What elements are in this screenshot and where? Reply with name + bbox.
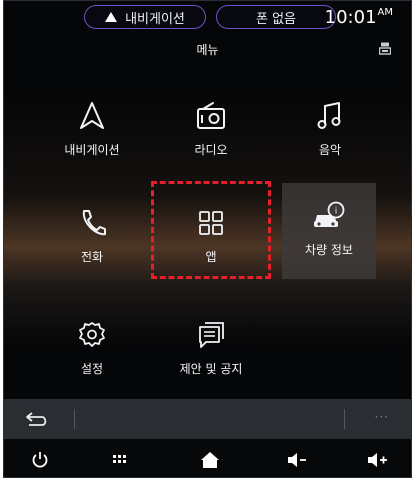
- menu-item-label: 내비게이션: [64, 143, 120, 157]
- clock-time: 10:01: [324, 7, 377, 28]
- suggestions-icon: [199, 322, 224, 348]
- menu-item-label: 제안 및 공지: [179, 362, 243, 376]
- menu-item-radio[interactable]: 라디오: [149, 89, 273, 189]
- music-note-icon: [317, 102, 341, 129]
- phone-icon: [82, 210, 106, 236]
- navigation-arrow-icon: [80, 102, 104, 129]
- vehicle-info-icon: i: [314, 201, 345, 227]
- menu-item-label: 음악: [318, 143, 342, 157]
- status-bar: 내비게이션 폰 없음 10:01AM: [4, 1, 411, 35]
- separator: [74, 409, 75, 429]
- profile-icon[interactable]: [379, 42, 391, 56]
- radio-icon: [197, 102, 225, 129]
- menu-item-navigation[interactable]: 내비게이션: [30, 89, 154, 189]
- menu-item-music[interactable]: 음악: [268, 89, 392, 189]
- menu-item-phone[interactable]: 전화: [30, 196, 154, 296]
- infotainment-screen: 내비게이션 폰 없음 10:01AM 메뉴 내비게이션 라디오 음악 전화 앱 …: [3, 0, 412, 478]
- power-icon[interactable]: [28, 451, 52, 469]
- highlight-box: [151, 181, 271, 279]
- grid-dots-icon[interactable]: [108, 451, 132, 469]
- separator: [344, 409, 345, 429]
- navigation-bar: ···: [4, 399, 411, 439]
- menu-item-label: 라디오: [194, 143, 228, 157]
- menu-item-label: 전화: [80, 250, 104, 264]
- page-title: 메뉴: [196, 43, 219, 57]
- menu-item-settings[interactable]: 설정: [30, 308, 154, 408]
- system-dock: [4, 439, 411, 477]
- settings-gear-icon: [79, 322, 105, 347]
- home-icon[interactable]: [198, 451, 222, 469]
- navigation-shortcut-label: 내비게이션: [125, 11, 185, 27]
- volume-up-icon[interactable]: [366, 451, 390, 469]
- navigation-arrow-icon: [105, 12, 118, 22]
- clock: 10:01AM: [325, 7, 393, 28]
- clock-ampm: AM: [377, 7, 393, 18]
- more-button[interactable]: ···: [375, 410, 389, 424]
- menu-item-vehicle-info[interactable]: i 차량 정보: [282, 183, 376, 279]
- menu-item-label: 차량 정보: [305, 243, 353, 257]
- phone-status-label: 폰 없음: [255, 11, 296, 27]
- navigation-shortcut-pill[interactable]: 내비게이션: [84, 5, 206, 29]
- volume-down-icon[interactable]: [286, 451, 310, 469]
- back-icon[interactable]: [24, 409, 50, 429]
- phone-status-pill[interactable]: 폰 없음: [216, 5, 336, 29]
- svg-text:i: i: [335, 207, 338, 217]
- menu-item-label: 설정: [80, 362, 104, 376]
- menu-item-suggestions[interactable]: 제안 및 공지: [149, 308, 273, 408]
